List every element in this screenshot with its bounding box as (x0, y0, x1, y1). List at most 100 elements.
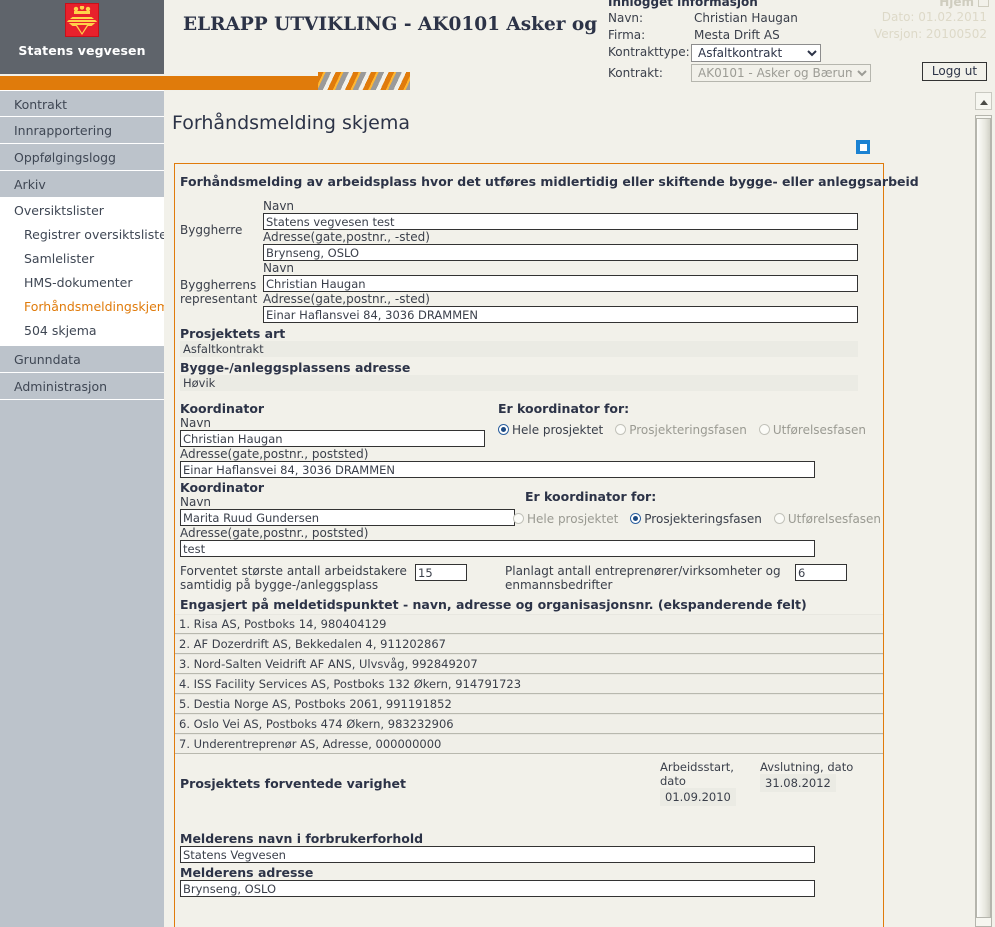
login-firma-label: Firma: (608, 28, 646, 42)
melder-adresse-label: Melderens adresse (180, 865, 314, 880)
versjon-text: Versjon: 20100502 (873, 27, 987, 41)
koordinator-2-option-prosjektering-label: Prosjekteringsfasen (644, 512, 762, 526)
sidebar-item-registrer-oversiktslister[interactable]: Registrer oversiktslister (0, 223, 172, 247)
sidebar-item-504-skjema[interactable]: 504 skjema (0, 319, 164, 343)
koordinator-2-option-prosjektering-radio[interactable] (630, 513, 642, 524)
koordinator-2-adresse-input[interactable] (180, 540, 815, 557)
varighet-start-label-line2: dato (660, 774, 686, 788)
representant-row: Byggherrens representant Navn Adresse(ga… (175, 261, 883, 323)
byggherre-fields: Navn Adresse(gate,postnr., -sted) (263, 199, 883, 261)
entreprenorer-label-line2: enmannsbedrifter (505, 578, 613, 592)
byggherre-adresse-input[interactable] (263, 244, 858, 261)
login-navn-label: Navn: (608, 11, 644, 25)
sidebar-item-hms-dokumenter[interactable]: HMS-dokumenter (0, 271, 164, 295)
varighet-start-cell: Arbeidsstart, dato 01.09.2010 (660, 760, 760, 806)
forhandsmelding-form: Forhåndsmelding av arbeidsplass hvor det… (174, 163, 919, 927)
koordinator-1-heading: Koordinator (180, 401, 265, 416)
koordinator-2-block: Koordinator Navn Er koordinator for: Hel… (175, 478, 883, 557)
kontrakt-row: Kontrakt: (608, 65, 694, 82)
koordinator-2-left: Koordinator Navn (180, 480, 515, 526)
login-info-heading: Innlogget informasjon (608, 0, 758, 9)
login-firma-row: Firma: Mesta Drift AS (608, 27, 780, 44)
arbeidstakere-label: Forventet største antall arbeidstakere s… (175, 564, 415, 592)
koordinator-1-adresse-label: Adresse(gate,postnr., poststed) (180, 447, 369, 461)
varighet-start-label-line1: Arbeidsstart, (660, 760, 734, 774)
prosjektets-art-block: Prosjektets art Asfaltkontrakt Bygge-/an… (175, 323, 883, 391)
sidebar-item-samlelister[interactable]: Samlelister (0, 247, 164, 271)
representant-label-line2: representant (180, 292, 258, 306)
list-item: 3. Nord-Salten Veidrift AF ANS, Ulvsvåg,… (175, 654, 883, 674)
byggherre-table: Byggherre Navn Adresse(gate,postnr., -st… (175, 199, 883, 323)
logout-button[interactable]: Logg ut (922, 62, 987, 81)
koordinator-1-option-utforelse-label: Utførelsesfasen (772, 423, 866, 437)
sidebar-item-administrasjon[interactable]: Administrasjon (0, 373, 164, 400)
list-item: 1. Risa AS, Postboks 14, 980404129 (175, 614, 883, 634)
vertical-scrollbar[interactable] (972, 90, 995, 927)
representant-adresse-input[interactable] (263, 306, 858, 323)
print-icon-inner (858, 142, 868, 152)
home-link[interactable]: Hjem (939, 0, 989, 9)
koordinator-1-option-hele-radio[interactable] (497, 424, 509, 435)
login-info-panel: Innlogget informasjon Hjem Navn: Christia… (603, 0, 995, 92)
arbeidstakere-input[interactable] (415, 564, 467, 581)
entreprenorer-input[interactable] (795, 564, 847, 581)
koordinator-2-navn-input[interactable] (180, 509, 515, 526)
koordinator-1-navn-input[interactable] (180, 430, 485, 447)
koordinator-1-option-prosjektering-label: Prosjekteringsfasen (629, 423, 747, 437)
arbeidstakere-label-line1: Forventet største antall arbeidstakere (180, 564, 407, 578)
melder-adresse-input[interactable] (180, 880, 815, 897)
sidebar-item-arkiv[interactable]: Arkiv (0, 171, 164, 198)
representant-adresse-label: Adresse(gate,postnr., -sted) (263, 292, 430, 306)
page-title: Forhåndsmelding skjema (172, 112, 411, 134)
sidebar-item-innrapportering[interactable]: Innrapportering (0, 117, 164, 144)
sidebar-item-oversiktslister[interactable]: Oversiktslister (0, 199, 164, 223)
koordinator-1-radio-heading: Er koordinator for: (497, 401, 630, 416)
page-root: Statens vegvesen ELRAPP UTVIKLING - AK01… (0, 0, 995, 927)
kontrakttype-select[interactable]: Asfaltkontrakt (691, 44, 821, 62)
koordinator-2-heading: Koordinator (180, 480, 265, 495)
varighet-slutt-label: Avslutning, dato (760, 760, 854, 774)
koordinator-1-right: Er koordinator for: Hele prosjektet Prosj… (488, 401, 878, 447)
prosjektets-art-value: Asfaltkontrakt (180, 341, 858, 357)
varighet-slutt-value: 31.08.2012 (760, 774, 836, 792)
login-firma-value: Mesta Drift AS (694, 28, 780, 42)
entreprenorer-label: Planlagt antall entreprenører/virksomhet… (505, 564, 795, 592)
koordinator-2-option-utforelse-radio[interactable] (773, 513, 785, 524)
sidebar-item-kontrakt[interactable]: Kontrakt (0, 90, 164, 117)
sidebar-item-oppfolgingslogg[interactable]: Oppfølgingslogg (0, 144, 164, 171)
melder-navn-input[interactable] (180, 846, 815, 863)
statens-vegvesen-logo-icon (65, 3, 99, 37)
representant-navn-input[interactable] (263, 275, 858, 292)
koordinator-2-adresse-label: Adresse(gate,postnr., poststed) (180, 526, 369, 540)
representant-label-line1: Byggherrens (180, 278, 257, 292)
print-icon[interactable] (856, 140, 870, 154)
varighet-start-value: 01.09.2010 (660, 788, 736, 806)
sidebar-item-grunndata[interactable]: Grunndata (0, 346, 164, 373)
scrollbar-thumb[interactable] (976, 118, 991, 918)
crown-icon (73, 6, 91, 14)
triangle-icon (74, 23, 90, 35)
representant-fields: Navn Adresse(gate,postnr., -sted) (263, 261, 883, 323)
list-item: 7. Underentreprenør AS, Adresse, 0000000… (175, 734, 883, 754)
koordinator-2-options: Hele prosjektet Prosjekteringsfasen Utføre… (513, 504, 893, 526)
koordinator-1-adresse-input[interactable] (180, 461, 815, 478)
koordinator-2-right: Er koordinator for: Hele prosjektet Prosj… (513, 480, 893, 526)
byggherre-navn-input[interactable] (263, 213, 858, 230)
counts-table: Forventet største antall arbeidstakere s… (175, 564, 883, 592)
anleggsplass-value: Høvik (180, 375, 858, 391)
koordinator-1-option-utforelse-radio[interactable] (758, 424, 770, 435)
main-content: Forhåndsmelding skjema Forhåndsmelding a… (164, 90, 972, 927)
kontrakt-select[interactable]: AK0101 - Asker og Bærum (691, 64, 871, 82)
koordinator-1-navn-label: Navn (180, 416, 212, 430)
koordinator-2-option-hele-radio[interactable] (513, 513, 524, 524)
brand-name: Statens vegvesen (18, 43, 146, 58)
scroll-up-arrow-icon[interactable] (975, 92, 992, 110)
list-item: 5. Destia Norge AS, Postboks 2061, 99119… (175, 694, 883, 714)
kontrakttype-label: Kontrakttype: (608, 45, 690, 59)
koordinator-2-option-utforelse-label: Utførelsesfasen (787, 512, 882, 526)
entreprenorer-label-line1: Planlagt antall entreprenører/virksomhet… (505, 564, 781, 578)
koordinator-1-option-prosjektering-radio[interactable] (615, 424, 627, 435)
prosjektets-art-label: Prosjektets art (180, 326, 286, 341)
sidebar-item-forhandsmeldingskjema[interactable]: Forhåndsmeldingskjema (0, 295, 177, 319)
engasjert-list: 1. Risa AS, Postboks 14, 980404129 2. AF… (175, 614, 883, 754)
